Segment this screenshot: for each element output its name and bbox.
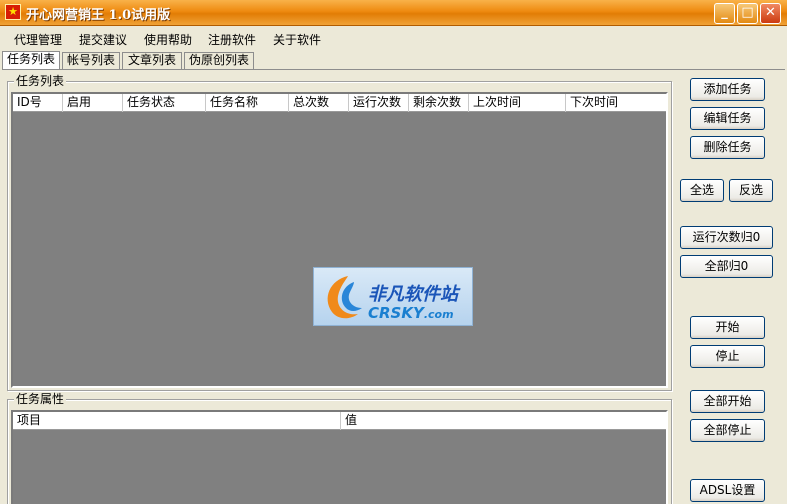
reset-runs-button[interactable]: 运行次数归0 [680,226,773,249]
menu-about[interactable]: 关于软件 [273,31,321,48]
add-task-button[interactable]: 添加任务 [690,78,765,101]
col-task-name[interactable]: 任务名称 [206,94,289,112]
task-list-view[interactable]: ID号 启用 任务状态 任务名称 总次数 运行次数 剩余次数 上次时间 下次时间 [11,92,668,388]
tab-article-list[interactable]: 文章列表 [122,52,182,69]
start-button[interactable]: 开始 [690,316,765,339]
task-list-header: ID号 启用 任务状态 任务名称 总次数 运行次数 剩余次数 上次时间 下次时间 [13,94,666,112]
col-enabled[interactable]: 启用 [63,94,123,112]
tab-divider [2,69,785,70]
select-all-button[interactable]: 全选 [680,179,724,202]
col-runs[interactable]: 运行次数 [349,94,409,112]
menu-feedback[interactable]: 提交建议 [79,31,127,48]
minimize-button[interactable]: _ [714,3,735,24]
tab-pseudo-original-list[interactable]: 伪原创列表 [184,52,254,69]
col-item[interactable]: 项目 [13,412,341,430]
title-bar: ★ 开心网营销王 1.0试用版 _ □ ✕ [0,0,787,26]
col-status[interactable]: 任务状态 [123,94,206,112]
properties-list-view[interactable]: 项目 值 [11,410,668,504]
col-last-time[interactable]: 上次时间 [469,94,566,112]
menu-bar: 代理管理 提交建议 使用帮助 注册软件 关于软件 [0,27,787,49]
crsky-logo-icon [327,276,362,319]
menu-help[interactable]: 使用帮助 [144,31,192,48]
watermark-cn-text: 非凡软件站 [368,284,458,305]
delete-task-button[interactable]: 删除任务 [690,136,765,159]
menu-proxy[interactable]: 代理管理 [14,31,62,48]
edit-task-button[interactable]: 编辑任务 [690,107,765,130]
stop-button[interactable]: 停止 [690,345,765,368]
invert-selection-button[interactable]: 反选 [729,179,773,202]
col-value[interactable]: 值 [341,412,666,430]
col-remaining[interactable]: 剩余次数 [409,94,469,112]
maximize-button[interactable]: □ [737,3,758,24]
col-next-time[interactable]: 下次时间 [566,94,666,112]
tab-task-list[interactable]: 任务列表 [2,51,60,70]
task-properties-legend: 任务属性 [14,392,67,406]
adsl-settings-button[interactable]: ADSL设置 [690,479,765,502]
watermark-en-text: CRSKY.com [368,304,454,322]
menu-register[interactable]: 注册软件 [208,31,256,48]
window-title: 开心网营销王 1.0试用版 [26,8,171,23]
col-total[interactable]: 总次数 [289,94,349,112]
tab-account-list[interactable]: 帐号列表 [62,52,120,69]
task-list-legend: 任务列表 [14,74,67,88]
start-all-button[interactable]: 全部开始 [690,390,765,413]
stop-all-button[interactable]: 全部停止 [690,419,765,442]
properties-header: 项目 值 [13,412,666,430]
col-id[interactable]: ID号 [13,94,63,112]
close-button[interactable]: ✕ [760,3,781,24]
crsky-watermark: 非凡软件站 CRSKY.com [313,267,473,326]
task-properties-group: 任务属性 项目 值 [7,392,672,504]
task-list-group: 任务列表 ID号 启用 任务状态 任务名称 总次数 运行次数 剩余次数 上次时间… [7,74,672,391]
star-app-icon: ★ [5,4,21,20]
reset-all-button[interactable]: 全部归0 [680,255,773,278]
